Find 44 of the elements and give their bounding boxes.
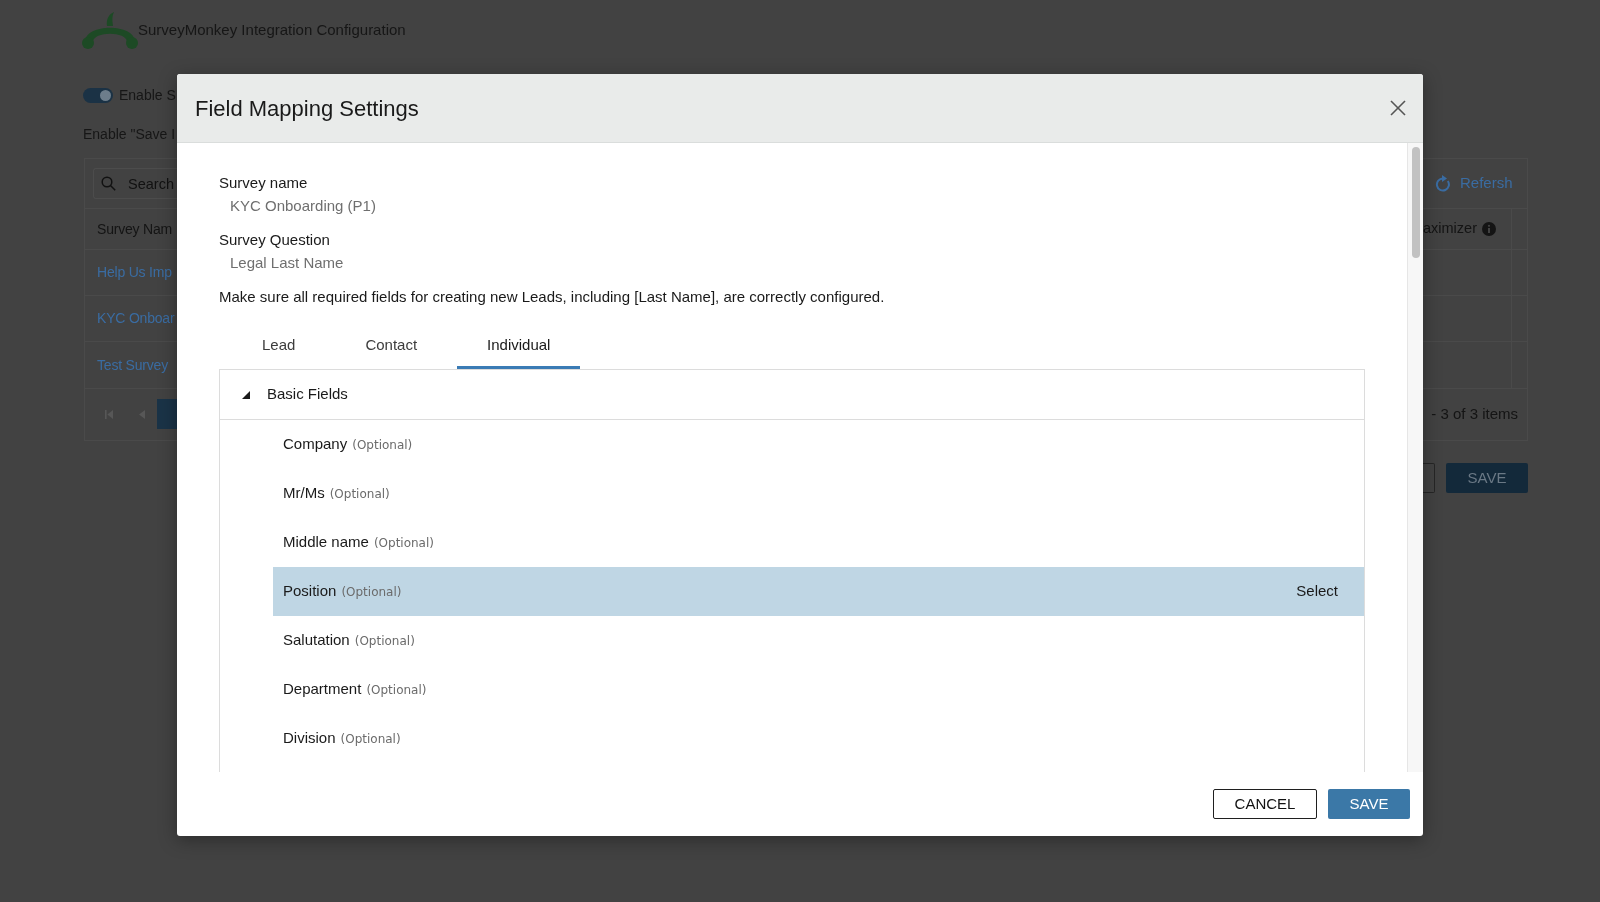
scrollbar-thumb[interactable]: [1412, 147, 1420, 258]
collapse-triangle-icon[interactable]: [242, 390, 250, 399]
field-label: Department: [283, 679, 362, 700]
dialog-title: Field Mapping Settings: [195, 94, 419, 123]
select-label[interactable]: Select: [1296, 580, 1338, 603]
toggle-switch[interactable]: [83, 87, 113, 103]
field-row[interactable]: Department (Optional): [273, 665, 1364, 714]
field-row[interactable]: Salutation (Optional): [273, 616, 1364, 665]
optional-hint: (Optional): [340, 731, 401, 749]
field-row[interactable]: Company (Optional): [273, 420, 1364, 469]
optional-hint: (Optional): [352, 437, 413, 455]
optional-hint: (Optional): [373, 535, 434, 553]
field-label: Division: [283, 728, 336, 749]
optional-hint: (Optional): [366, 682, 427, 700]
field-label: Position: [283, 581, 337, 602]
detail-value: KYC Onboarding (P1): [230, 197, 376, 215]
optional-hint: (Optional): [341, 584, 402, 602]
field-row[interactable]: Mr/Ms (Optional): [273, 469, 1364, 518]
optional-hint: (Optional): [329, 486, 390, 504]
tab[interactable]: Individual: [457, 325, 581, 369]
detail-label: Survey Question: [219, 231, 330, 249]
section-title: Basic Fields: [267, 384, 348, 405]
field-row[interactable]: Middle name (Optional): [273, 518, 1364, 567]
logo-icon: [82, 10, 138, 50]
scrollbar-track[interactable]: [1407, 143, 1423, 772]
page-button[interactable]: [157, 399, 177, 429]
refresh-icon: [1435, 175, 1451, 192]
notice-text: Make sure all required fields for creating new Leads, including [Last Name], are correctly configured.: [219, 288, 885, 306]
info-icon[interactable]: [1482, 222, 1496, 236]
tab[interactable]: Contact: [335, 325, 448, 369]
close-icon[interactable]: [1390, 100, 1406, 116]
detail-label: Survey name: [219, 174, 308, 192]
cancel-button[interactable]: CANCEL: [1213, 789, 1317, 819]
optional-hint: (Optional): [354, 633, 415, 651]
tab[interactable]: Lead: [232, 325, 326, 369]
detail-value: Legal Last Name: [230, 254, 344, 272]
search-icon: [101, 176, 116, 191]
field-label: Middle name: [283, 532, 369, 553]
field-label: Mr/Ms: [283, 483, 325, 504]
field-label: Salutation: [283, 630, 350, 651]
field-row[interactable]: Division (Optional): [273, 714, 1364, 763]
save-button[interactable]: SAVE: [1328, 789, 1410, 819]
field-label: Company: [283, 434, 348, 455]
field-row[interactable]: Position (Optional) Select: [273, 567, 1364, 616]
